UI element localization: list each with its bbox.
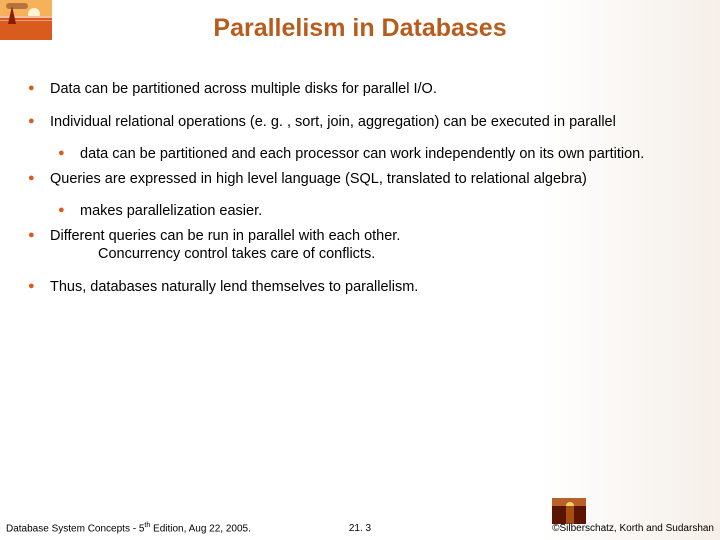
footer-right: ©Silberschatz, Korth and Sudarshan bbox=[552, 523, 714, 534]
slide-title: Parallelism in Databases bbox=[0, 14, 720, 43]
bullet-item: Queries are expressed in high level lang… bbox=[28, 170, 688, 189]
bullet-item: Individual relational operations (e. g. … bbox=[28, 113, 688, 132]
sub-bullet-item: makes parallelization easier. bbox=[28, 202, 688, 221]
bullet-continuation: Concurrency control takes care of confli… bbox=[50, 246, 375, 262]
bullet-item: Data can be partitioned across multiple … bbox=[28, 80, 688, 99]
bullet-text: Different queries can be run in parallel… bbox=[50, 228, 400, 244]
sub-bullet-item: data can be partitioned and each process… bbox=[28, 145, 688, 164]
sunset-logo-icon bbox=[552, 498, 586, 524]
slide-content: Data can be partitioned across multiple … bbox=[28, 80, 688, 310]
bullet-item: Different queries can be run in parallel… bbox=[28, 227, 688, 264]
bullet-item: Thus, databases naturally lend themselve… bbox=[28, 278, 688, 297]
